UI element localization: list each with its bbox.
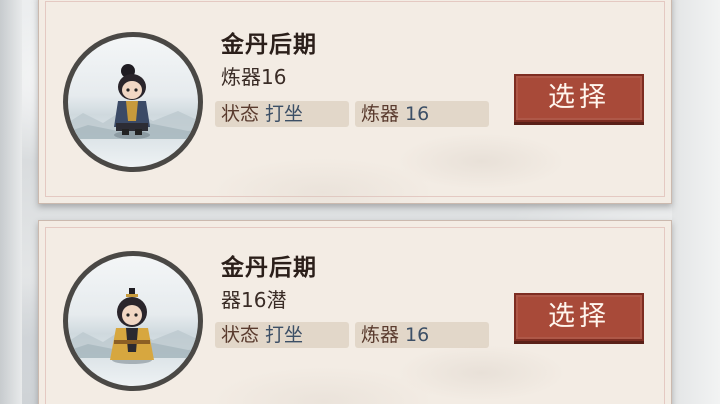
state-tag-value: 打坐 — [265, 324, 304, 346]
state-tag-label: 状态 — [221, 324, 260, 346]
skill-tag-value: 16 — [405, 324, 430, 346]
realm-label: 金丹后期 — [221, 32, 317, 58]
skill-tag-label: 炼器 — [361, 324, 400, 346]
cultivator-female-portrait-icon — [114, 64, 150, 139]
state-tag: 状态 打坐 — [215, 101, 349, 127]
skill-tag-value: 16 — [405, 103, 430, 125]
select-button[interactable]: 选择 — [514, 74, 644, 122]
state-tag: 状态 打坐 — [215, 322, 349, 348]
avatar — [63, 32, 203, 172]
realm-label: 金丹后期 — [221, 255, 317, 281]
state-tag-label: 状态 — [221, 103, 260, 125]
disciple-card: 金丹后期 炼器16 状态 打坐 炼器 16 选择 — [38, 0, 672, 204]
skill-tag-label: 炼器 — [361, 103, 400, 125]
cultivator-male-portrait-icon — [110, 288, 154, 364]
right-edge-panel — [672, 0, 720, 404]
select-button[interactable]: 选择 — [514, 293, 644, 341]
subtitle-label: 炼器16 — [221, 65, 287, 89]
subtitle-label: 器16潜 — [221, 288, 287, 312]
left-edge-panel — [0, 0, 22, 404]
disciple-card: 金丹后期 器16潜 状态 打坐 炼器 16 选择 — [38, 220, 672, 404]
state-tag-value: 打坐 — [265, 103, 304, 125]
skill-tag: 炼器 16 — [355, 322, 489, 348]
avatar — [63, 251, 203, 391]
skill-tag: 炼器 16 — [355, 101, 489, 127]
